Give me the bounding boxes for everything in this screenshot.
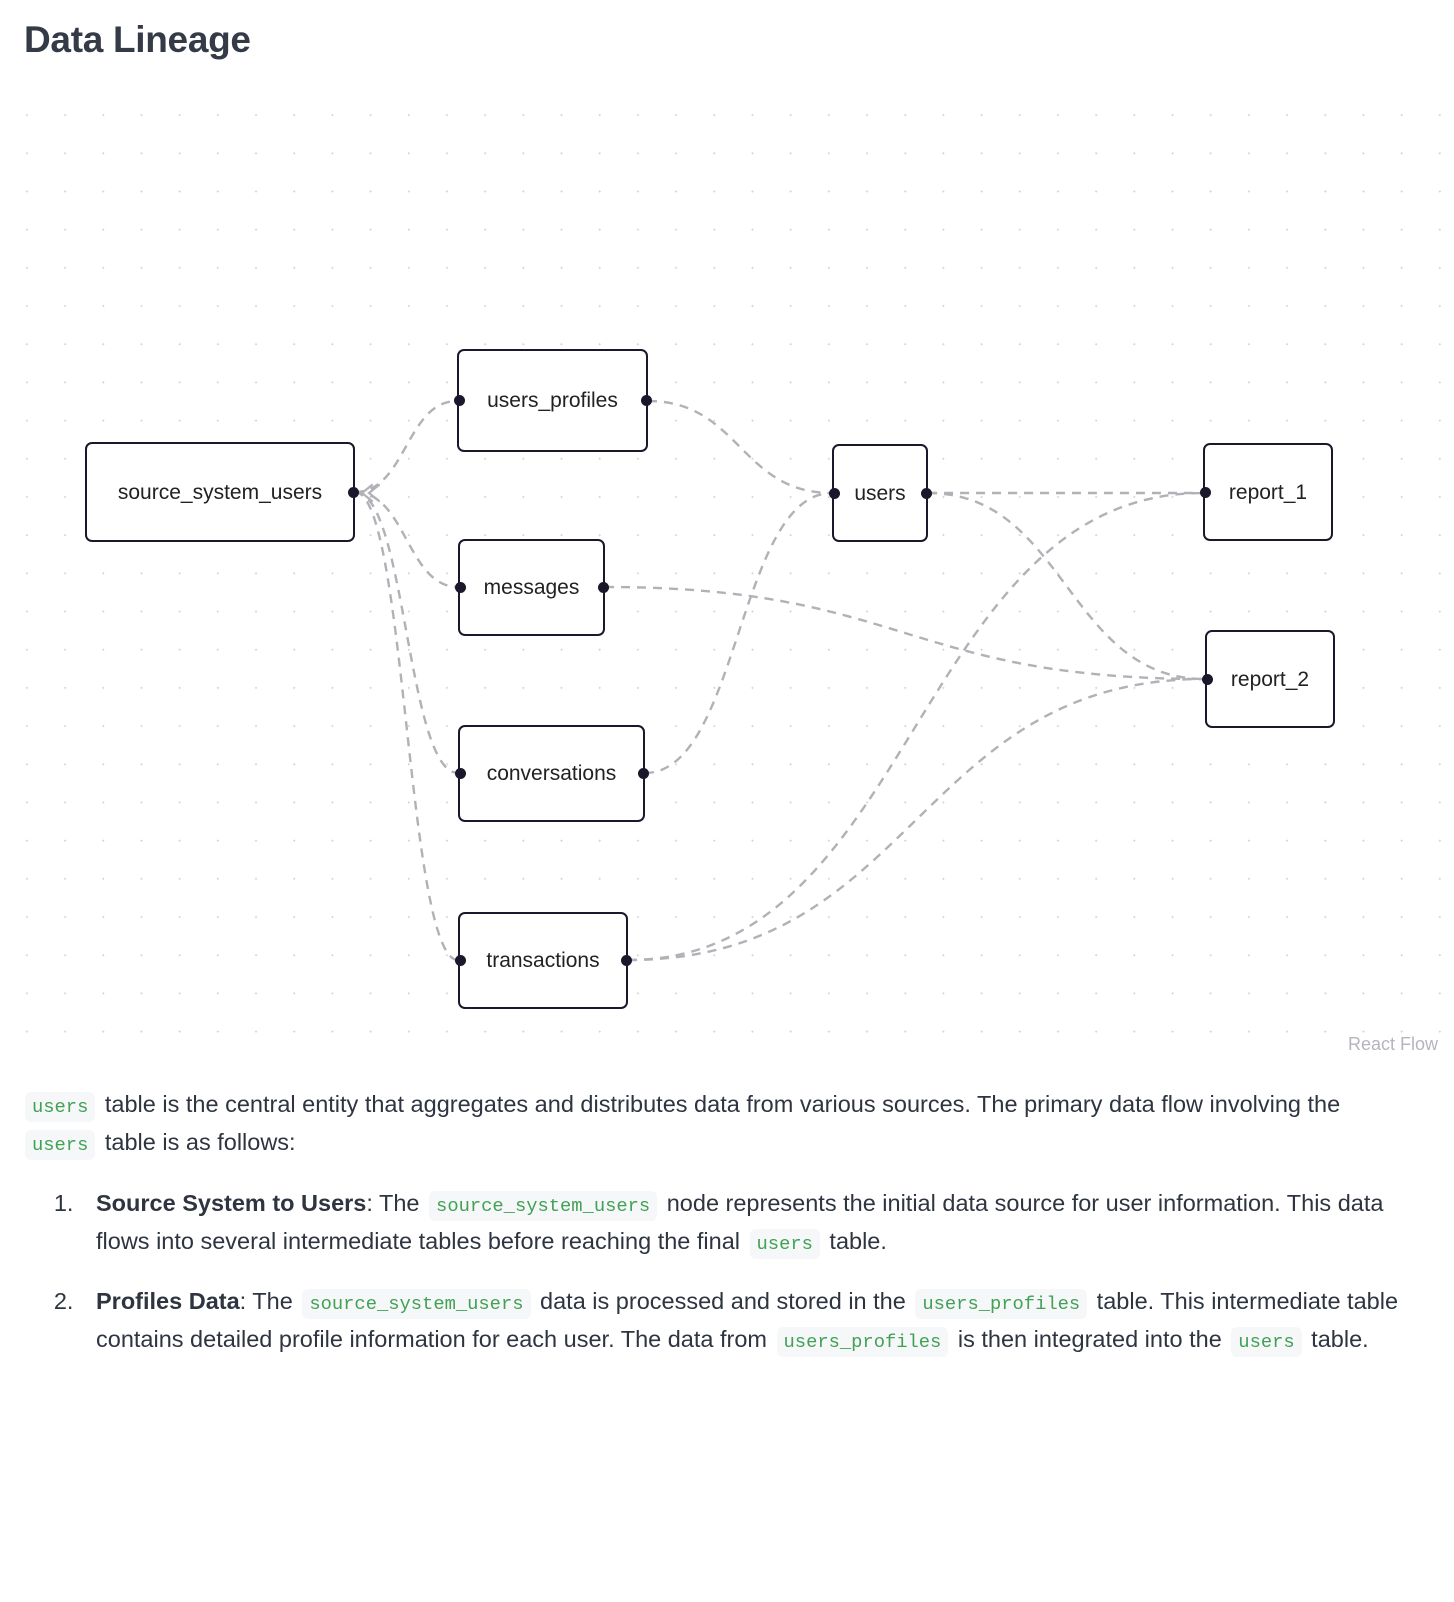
step-text: data is processed and stored in the <box>533 1287 913 1314</box>
flow-node-label: report_1 <box>1228 480 1308 504</box>
handle-target[interactable] <box>1199 486 1211 498</box>
flow-node-messages[interactable]: messages <box>454 539 609 637</box>
edge-source_system_users-users_profiles <box>354 400 458 494</box>
edge-users_profiles-users <box>647 400 833 495</box>
step-text: is then integrated into the <box>951 1325 1229 1352</box>
step-text: : The <box>366 1189 427 1216</box>
step-text: table. <box>1304 1325 1369 1352</box>
handle-target[interactable] <box>454 582 466 594</box>
flow-node-report_2[interactable]: report_2 <box>1201 630 1335 729</box>
edge-messages-report_2 <box>604 586 1206 681</box>
step-text: table. <box>822 1227 887 1254</box>
flow-node-label: transactions <box>486 949 600 973</box>
intro-text-2: table is as follows: <box>98 1129 296 1156</box>
flow-node-users_profiles[interactable]: users_profiles <box>453 349 652 453</box>
edge-source_system_users-messages <box>354 491 459 589</box>
flow-node-label: conversations <box>486 762 617 786</box>
flow-node-source_system_users[interactable]: source_system_users <box>85 442 359 543</box>
code-chip-users: users <box>1231 1326 1302 1357</box>
flow-node-report_1[interactable]: report_1 <box>1199 443 1333 542</box>
handle-target[interactable] <box>454 955 466 967</box>
handle-source[interactable] <box>637 768 649 780</box>
code-chip-users: users <box>25 1092 96 1123</box>
list-item: Profiles Data: The source_system_users d… <box>80 1282 1414 1358</box>
edge-arrow-marks <box>360 484 381 503</box>
intro-text-1: table is the central entity that aggrega… <box>98 1091 1341 1118</box>
handle-target[interactable] <box>1201 673 1213 685</box>
flow-node-label: messages <box>483 576 580 600</box>
edge-source_system_users-conversations <box>354 491 459 775</box>
code-chip-users_profiles: users_profiles <box>776 1326 949 1357</box>
handle-source[interactable] <box>920 487 932 499</box>
code-chip-users: users <box>749 1228 820 1259</box>
lineage-description: users table is the central entity that a… <box>0 1069 1454 1409</box>
handle-target[interactable] <box>828 487 840 499</box>
flow-node-label: report_2 <box>1230 667 1310 691</box>
flow-node-label: users_profiles <box>487 389 618 413</box>
intro-paragraph: users table is the central entity that a… <box>22 1085 1414 1161</box>
step-text: : The <box>239 1287 300 1314</box>
edge-users-report_2 <box>927 492 1206 681</box>
handle-source[interactable] <box>620 955 632 967</box>
edge-conversations-users <box>644 492 833 775</box>
step-title: Source System to Users <box>96 1189 367 1216</box>
edge-source_system_users-transactions <box>354 491 459 962</box>
edge-transactions-report_1 <box>627 492 1204 962</box>
flow-node-users[interactable]: users <box>828 444 932 543</box>
handle-target[interactable] <box>454 768 466 780</box>
code-chip-users: users <box>25 1130 96 1161</box>
react-flow-canvas[interactable]: source_system_users users_profiles messa… <box>0 84 1454 1070</box>
step-title: Profiles Data <box>96 1287 240 1314</box>
code-chip-source_system_users: source_system_users <box>302 1288 531 1319</box>
react-flow-attribution[interactable]: React Flow <box>1348 1034 1438 1055</box>
flow-edges-layer <box>354 400 1206 962</box>
flow-node-transactions[interactable]: transactions <box>454 912 632 1010</box>
flow-node-conversations[interactable]: conversations <box>454 725 649 823</box>
flow-node-label: users <box>854 481 906 505</box>
handle-source[interactable] <box>597 582 609 594</box>
flow-node-label: source_system_users <box>117 480 323 504</box>
handle-source[interactable] <box>640 395 652 407</box>
code-chip-source_system_users: source_system_users <box>429 1190 658 1221</box>
lineage-steps-list: Source System to Users: The source_syste… <box>22 1184 1414 1358</box>
code-chip-users_profiles: users_profiles <box>915 1288 1088 1319</box>
page-title: Data Lineage <box>24 19 251 60</box>
handle-target[interactable] <box>453 395 465 407</box>
list-item: Source System to Users: The source_syste… <box>80 1184 1414 1260</box>
edge-transactions-report_2 <box>627 678 1206 962</box>
handle-source[interactable] <box>347 486 359 498</box>
